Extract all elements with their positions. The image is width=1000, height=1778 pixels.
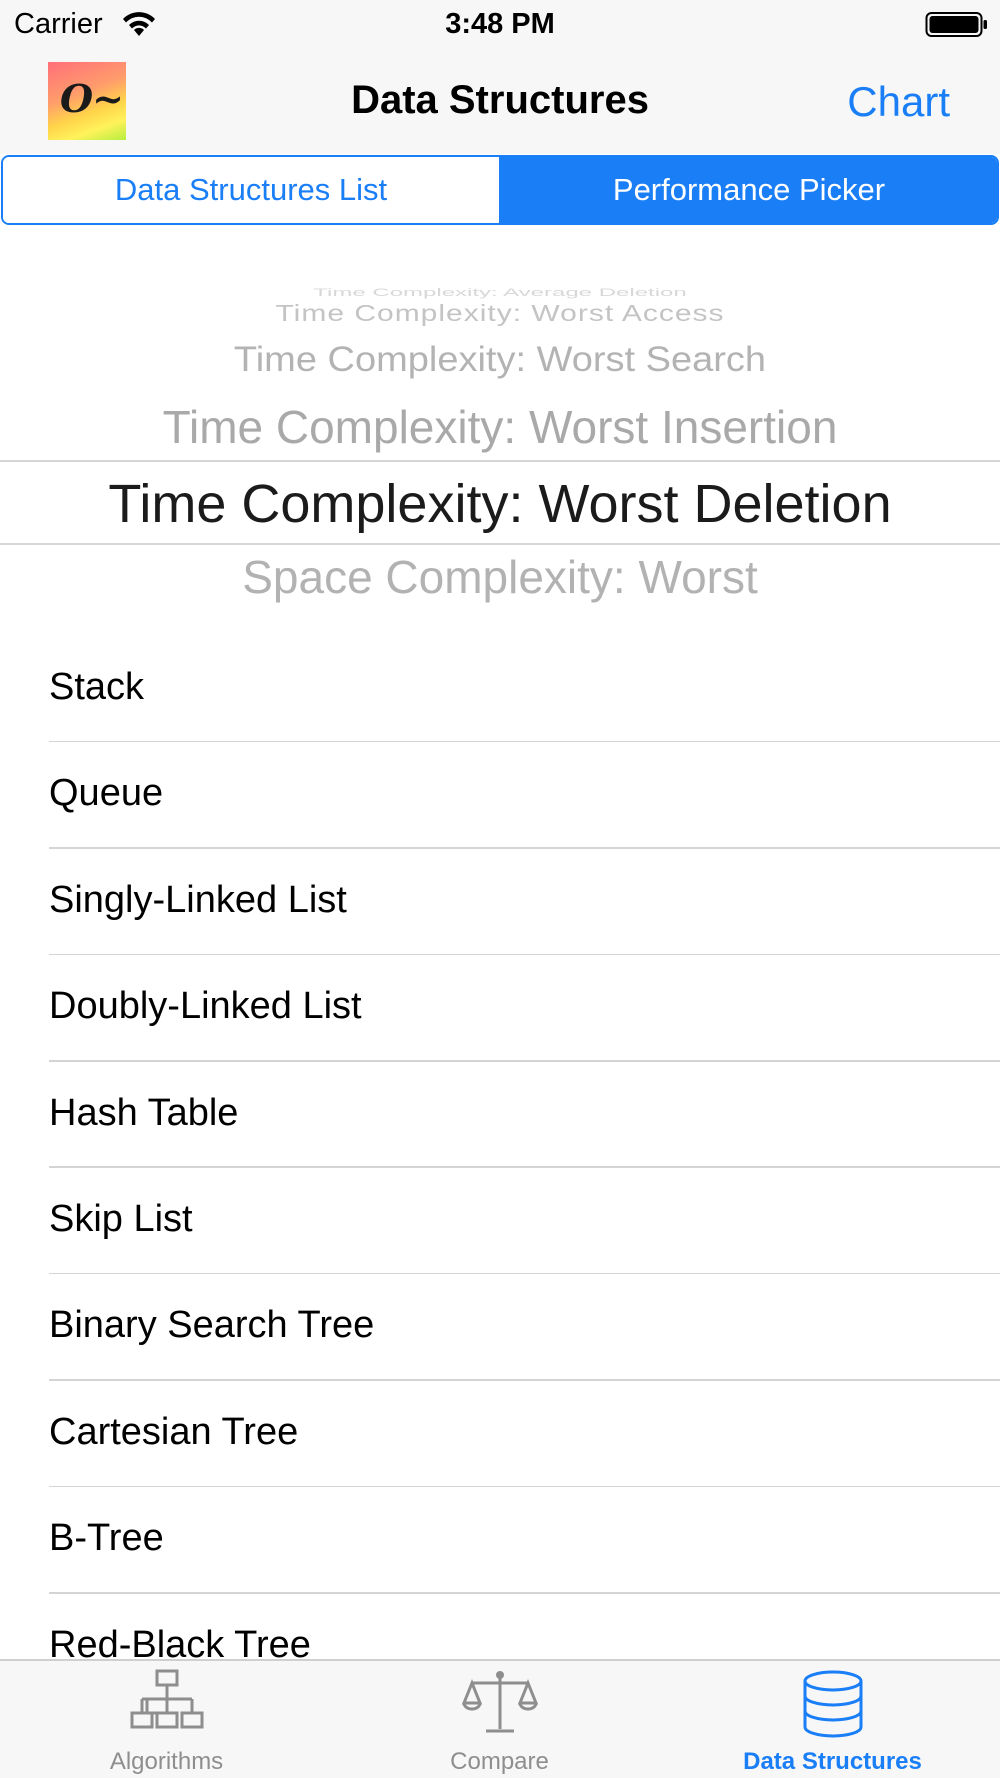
- list-item-label: B-Tree: [49, 1517, 164, 1560]
- list-item-label: Hash Table: [49, 1091, 239, 1134]
- tab-compare-label: Compare: [450, 1748, 549, 1775]
- picker-option[interactable]: Time Complexity: Worst Search: [0, 341, 1000, 381]
- status-bar: Carrier 3:48 PM: [0, 0, 1000, 50]
- performance-picker[interactable]: Time Complexity: Average Deletion Time C…: [0, 285, 1000, 615]
- battery-icon: [925, 11, 989, 44]
- picker-option[interactable]: Time Complexity: Worst Access: [0, 301, 1000, 328]
- list-item-label: Cartesian Tree: [49, 1410, 299, 1453]
- scale-icon: [460, 1669, 540, 1744]
- list-item[interactable]: B-Tree: [0, 1487, 1000, 1594]
- tab-algorithms-label: Algorithms: [109, 1748, 224, 1775]
- data-structures-list: Stack Queue Singly-Linked List Doubly-Li…: [0, 636, 1000, 1700]
- list-item[interactable]: Stack: [0, 636, 1000, 743]
- list-item[interactable]: Binary Search Tree: [0, 1274, 1000, 1381]
- list-item-label: Doubly-Linked List: [49, 985, 362, 1028]
- segment-performance-picker[interactable]: Performance Picker: [501, 157, 997, 223]
- tab-bar: Algorithms Compare Data Structures: [0, 1659, 1000, 1778]
- hierarchy-icon: [127, 1669, 207, 1744]
- list-item[interactable]: Queue: [0, 742, 1000, 849]
- picker-selection-line-top: [0, 460, 1000, 462]
- list-item-label: Queue: [49, 772, 164, 815]
- list-item-label: Stack: [49, 666, 145, 708]
- status-time: 3:48 PM: [445, 8, 555, 40]
- navigation-bar: O~ Data Structures Chart: [0, 50, 1000, 154]
- list-item-label: Singly-Linked List: [49, 878, 347, 921]
- picker-option[interactable]: Time Complexity: Worst Insertion: [0, 400, 1000, 454]
- tab-data-structures-label: Data Structures: [743, 1748, 922, 1775]
- picker-option[interactable]: Space Complexity: Worst: [0, 550, 1000, 604]
- segment-data-structures-list[interactable]: Data Structures List: [3, 157, 501, 223]
- picker-option[interactable]: Time Complexity: Average Deletion: [0, 287, 1000, 300]
- view-mode-segmented-control: Data Structures List Performance Picker: [1, 155, 999, 225]
- chart-button[interactable]: Chart: [847, 78, 950, 126]
- picker-selected-option[interactable]: Time Complexity: Worst Deletion: [0, 473, 1000, 535]
- list-item-label: Binary Search Tree: [49, 1304, 375, 1347]
- list-item-label: Skip List: [49, 1197, 193, 1240]
- list-item[interactable]: Doubly-Linked List: [0, 955, 1000, 1062]
- list-item[interactable]: Hash Table: [0, 1062, 1000, 1168]
- list-item[interactable]: Singly-Linked List: [0, 849, 1000, 956]
- picker-selection-line-bottom: [0, 543, 1000, 545]
- list-item[interactable]: Cartesian Tree: [0, 1381, 1000, 1488]
- tab-compare[interactable]: Compare: [333, 1661, 666, 1778]
- database-icon: [793, 1669, 873, 1746]
- list-item[interactable]: Skip List: [0, 1168, 1000, 1275]
- tab-algorithms[interactable]: Algorithms: [0, 1661, 333, 1778]
- tab-data-structures[interactable]: Data Structures: [666, 1661, 999, 1778]
